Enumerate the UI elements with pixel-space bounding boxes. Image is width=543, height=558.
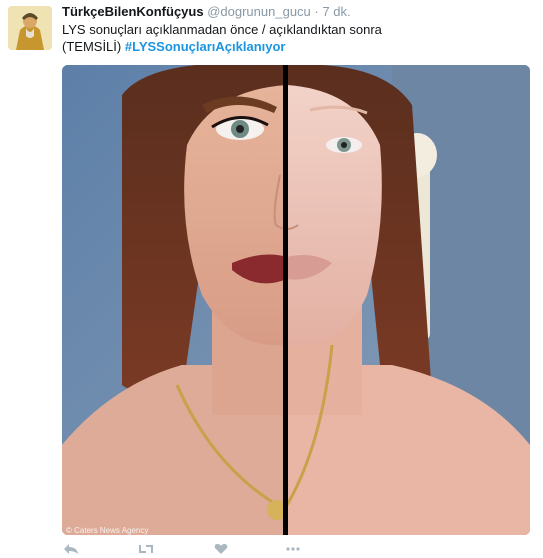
tweet-text: LYS sonuçları açıklanmadan önce / açıkla… [62,21,522,55]
hashtag-link[interactable]: #LYSSonuçlarıAçıklanıyor [125,39,286,54]
timestamp[interactable]: 7 dk. [322,4,350,19]
tweet-text-prefix: (TEMSİLİ) [62,39,125,54]
user-handle[interactable]: @dogrunun_gucu [207,4,311,19]
tweet-text-line1: LYS sonuçları açıklanmadan önce / açıkla… [62,22,382,37]
tweet: TürkçeBilenKonfüçyus @dogrunun_gucu · 7 … [0,0,543,555]
photo-watermark: © Caters News Agency [66,526,149,535]
display-name[interactable]: TürkçeBilenKonfüçyus [62,4,204,19]
tweet-photo[interactable] [62,65,530,535]
tweet-header: TürkçeBilenKonfüçyus @dogrunun_gucu · 7 … [62,3,351,20]
separator: · [314,4,319,19]
avatar[interactable] [8,6,52,50]
